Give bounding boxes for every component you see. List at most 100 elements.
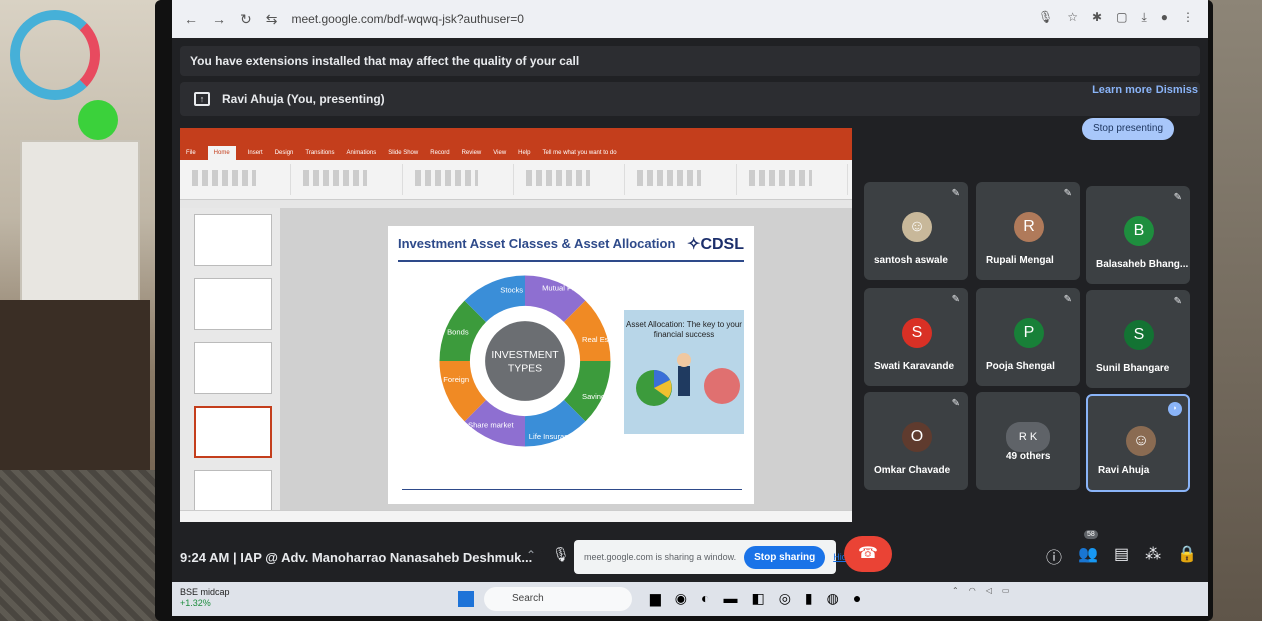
slide-thumbnail[interactable] <box>194 214 272 266</box>
powerpoint-icon[interactable]: ● <box>853 590 861 607</box>
slide-thumbnail[interactable] <box>194 278 272 330</box>
volume-icon[interactable]: ◁ <box>986 586 992 595</box>
ppt-tab-transitions[interactable]: Transitions <box>305 146 334 160</box>
wheel-label-bonds: Bonds <box>447 327 469 336</box>
wheel-label-share-market: Share market <box>468 421 514 430</box>
asset-allocation-box: Asset Allocation: The key to your financ… <box>624 310 744 434</box>
url-bar[interactable]: meet.google.com/bdf-wqwq-jsk?authuser=0 <box>291 12 523 26</box>
dell-icon[interactable]: ◎ <box>779 590 791 607</box>
ppt-tab-design[interactable]: Design <box>275 146 294 160</box>
ppt-tab-animations[interactable]: Animations <box>347 146 377 160</box>
ribbon-clipboard[interactable] <box>184 164 292 195</box>
ppt-tab-view[interactable]: View <box>493 146 506 160</box>
teams-icon[interactable]: ▮ <box>805 590 813 607</box>
participant-tile[interactable]: ✎ S Sunil Bhangare <box>1086 290 1190 388</box>
chrome-icon[interactable]: ◍ <box>827 590 839 607</box>
site-info-icon[interactable]: ⇆ <box>266 11 278 28</box>
tray-chevron-icon[interactable]: ⌃ <box>952 586 959 595</box>
end-call-button[interactable]: ☎ <box>844 536 892 572</box>
chevron-up-icon[interactable]: ⌃ <box>526 548 536 562</box>
ribbon-slides[interactable] <box>295 164 403 195</box>
taskbar-apps: ▆ ◉ ◐ ▬ ◧ ◎ ▮ ◍ ● <box>650 590 861 607</box>
extension-warning-banner: You have extensions installed that may a… <box>180 46 1200 76</box>
participant-name: Ravi Ahuja <box>1098 465 1150 476</box>
learn-more-link[interactable]: Learn more <box>1092 84 1152 96</box>
download-icon[interactable]: ⤓ <box>1141 10 1146 25</box>
chat-icon[interactable]: ▤ <box>1114 544 1129 568</box>
menu-icon[interactable]: ⋮ <box>1182 10 1194 25</box>
stock-widget[interactable]: BSE midcap +1.32% <box>180 587 230 609</box>
ppt-tell-me[interactable]: Tell me what you want to do <box>543 146 617 160</box>
ribbon-editing[interactable] <box>741 164 848 195</box>
forward-icon[interactable]: → <box>212 11 226 27</box>
chat-app-icon[interactable]: ◉ <box>675 590 687 607</box>
participant-tile[interactable]: ✎ S Swati Karavande <box>864 288 968 386</box>
wifi-icon[interactable]: ◠ <box>969 586 976 595</box>
participant-name: Rupali Mengal <box>986 255 1054 266</box>
ppt-tab-home[interactable]: Home <box>207 146 236 160</box>
participant-tile[interactable]: ✎ ☺ santosh aswale <box>864 182 968 280</box>
windows-start-icon[interactable] <box>458 591 474 607</box>
extensions-icon[interactable]: ✱ <box>1092 10 1102 25</box>
people-icon[interactable]: 👥 <box>1078 544 1098 568</box>
participant-name: santosh aswale <box>874 255 948 266</box>
mic-permission-icon[interactable]: 🎙 <box>1038 10 1053 25</box>
meet-side-controls: ⓘ 👥 ▤ ⁂ 🔒 <box>1046 544 1197 568</box>
participant-tile[interactable]: ✎ O Omkar Chavade <box>864 392 968 490</box>
wheel-label-real-estate: Real Estate <box>582 335 620 344</box>
ppt-tab-review[interactable]: Review <box>462 146 482 160</box>
activities-icon[interactable]: ⁂ <box>1145 544 1161 568</box>
participant-tile[interactable]: ✎ P Pooja Shengal <box>976 288 1080 386</box>
participant-tile-others[interactable]: R K 49 others <box>976 392 1080 490</box>
slide-title: Investment Asset Classes & Asset Allocat… <box>398 236 676 251</box>
edge-icon[interactable]: ◐ <box>701 590 709 607</box>
participant-name: Pooja Shengal <box>986 361 1055 372</box>
file-explorer-icon[interactable]: ▬ <box>723 590 737 607</box>
bookmark-icon[interactable]: ☆ <box>1067 10 1078 25</box>
mic-muted-icon: ✎ <box>1063 294 1072 305</box>
stop-presenting-button[interactable]: Stop presenting <box>1082 118 1174 140</box>
ppt-tab-slideshow[interactable]: Slide Show <box>388 146 418 160</box>
shelf <box>20 140 140 310</box>
dismiss-link[interactable]: Dismiss <box>1156 84 1198 96</box>
ribbon-paragraph[interactable] <box>518 164 626 195</box>
host-controls-icon[interactable]: 🔒 <box>1177 544 1197 568</box>
ppt-tab-record[interactable]: Record <box>430 146 449 160</box>
mic-muted-icon: ✎ <box>1173 192 1182 203</box>
slide-thumbnail[interactable] <box>194 342 272 394</box>
ribbon-drawing[interactable] <box>629 164 737 195</box>
taskbar-search[interactable]: Search <box>484 587 632 611</box>
store-icon[interactable]: ◧ <box>751 590 764 607</box>
microphone-icon[interactable]: 🎙 <box>552 546 570 563</box>
ppt-tab-insert[interactable]: Insert <box>248 146 263 160</box>
back-icon[interactable]: ← <box>184 11 198 27</box>
participant-tile-self[interactable]: ◗ ☺ Ravi Ahuja <box>1086 394 1190 492</box>
avatar: ☺ <box>902 212 932 242</box>
toy-ball <box>78 100 118 140</box>
battery-icon[interactable]: ▭ <box>1002 586 1010 595</box>
participant-tile[interactable]: ✎ R Rupali Mengal <box>976 182 1080 280</box>
slide-thumbnail-selected[interactable] <box>194 406 272 458</box>
present-screen-icon: ↑ <box>194 92 210 106</box>
stop-sharing-button[interactable]: Stop sharing <box>744 545 826 569</box>
asset-allocation-caption: Asset Allocation: The key to your financ… <box>626 320 742 339</box>
wheel-label-stocks: Stocks <box>500 286 523 295</box>
participant-name: Omkar Chavade <box>874 465 951 476</box>
participant-tile[interactable]: ✎ B Balasaheb Bhang... <box>1086 186 1190 284</box>
current-slide: Investment Asset Classes & Asset Allocat… <box>388 226 754 504</box>
ppt-tab-file[interactable]: File <box>186 146 196 160</box>
avatar: S <box>1124 320 1154 350</box>
task-view-icon[interactable]: ▆ <box>650 590 661 607</box>
tab-icon[interactable]: ▢ <box>1116 10 1127 25</box>
stock-name: BSE midcap <box>180 587 230 597</box>
browser-actions: 🎙 ☆ ✱ ▢ ⤓ ● ⋮ <box>1038 10 1194 25</box>
ppt-status-bar <box>180 510 852 522</box>
info-icon[interactable]: ⓘ <box>1046 544 1062 568</box>
ribbon-font[interactable] <box>407 164 514 195</box>
profile-icon[interactable]: ● <box>1161 10 1168 25</box>
presenting-bar: ↑ Ravi Ahuja (You, presenting) <box>180 82 1200 116</box>
avatar: ☺ <box>1126 426 1156 456</box>
reload-icon[interactable]: ↻ <box>240 11 252 28</box>
wheel-center-line2: TYPES <box>508 363 542 374</box>
ppt-tab-help[interactable]: Help <box>518 146 530 160</box>
